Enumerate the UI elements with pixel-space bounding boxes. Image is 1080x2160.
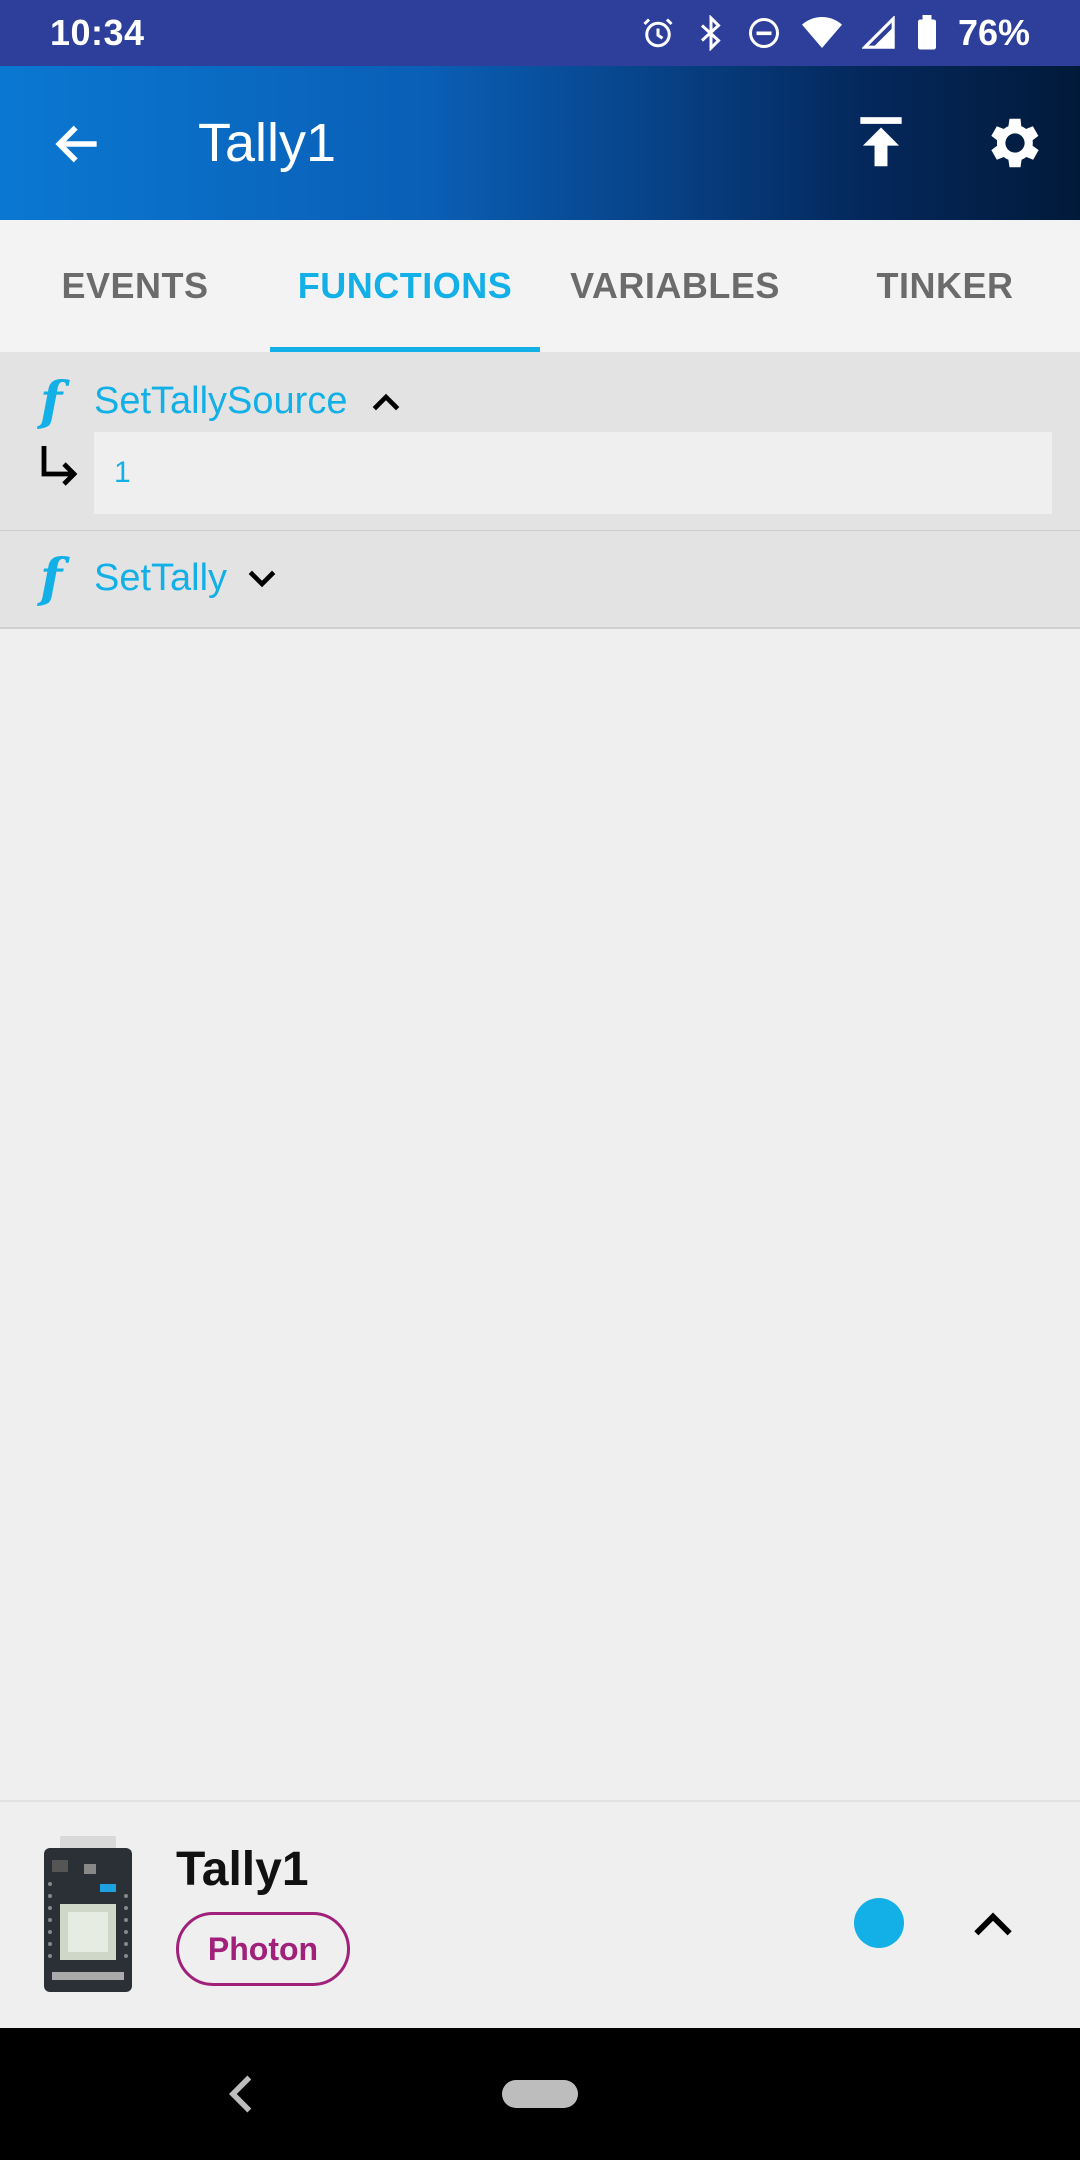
- chevron-down-icon[interactable]: [242, 559, 282, 599]
- bluetooth-icon: [700, 15, 721, 51]
- online-status-dot: [854, 1898, 904, 1948]
- battery-icon: [917, 15, 936, 50]
- alarm-icon: [643, 18, 673, 48]
- function-name: SetTally: [94, 557, 228, 599]
- function-row-settally[interactable]: f SetTally: [0, 531, 1080, 629]
- function-icon: f: [40, 371, 63, 432]
- signal-icon: [861, 16, 895, 49]
- battery-percent: 76%: [957, 12, 1030, 53]
- do-not-disturb-icon: [748, 18, 779, 48]
- upload-icon[interactable]: [850, 112, 912, 174]
- function-name: SetTallySource: [94, 380, 348, 422]
- wifi-icon: [801, 17, 842, 48]
- arrow-back-icon[interactable]: [50, 116, 106, 172]
- status-icons: 76%: [640, 12, 1030, 54]
- function-icon: f: [40, 548, 63, 609]
- device-name: Tally1: [176, 1843, 309, 1896]
- chevron-up-icon[interactable]: [968, 1900, 1018, 1950]
- nav-back-icon[interactable]: [222, 2072, 262, 2116]
- function-row-settallysource[interactable]: f SetTallySource 1: [0, 352, 1080, 532]
- page-title: Tally1: [198, 113, 337, 173]
- nav-home-pill[interactable]: [502, 2080, 578, 2108]
- app-bar: Tally1: [0, 66, 1080, 220]
- tab-variables[interactable]: VARIABLES: [540, 220, 810, 352]
- gear-icon[interactable]: [982, 110, 1048, 176]
- photon-board-image: [44, 1836, 132, 1992]
- tab-bar: EVENTS FUNCTIONS VARIABLES TINKER: [0, 220, 1080, 352]
- chevron-up-icon[interactable]: [366, 382, 406, 422]
- device-panel[interactable]: Tally1 Photon: [0, 1800, 1080, 2030]
- status-time: 10:34: [50, 12, 145, 53]
- system-nav-bar: [0, 2028, 1080, 2160]
- device-type-badge: Photon: [176, 1912, 350, 1986]
- tab-tinker[interactable]: TINKER: [810, 220, 1080, 352]
- tab-functions[interactable]: FUNCTIONS: [270, 220, 540, 352]
- argument-arrow-icon: [41, 446, 78, 486]
- status-bar: 10:34 76%: [0, 0, 1080, 66]
- tab-events[interactable]: EVENTS: [0, 220, 270, 352]
- function-argument-input[interactable]: 1: [94, 432, 1052, 514]
